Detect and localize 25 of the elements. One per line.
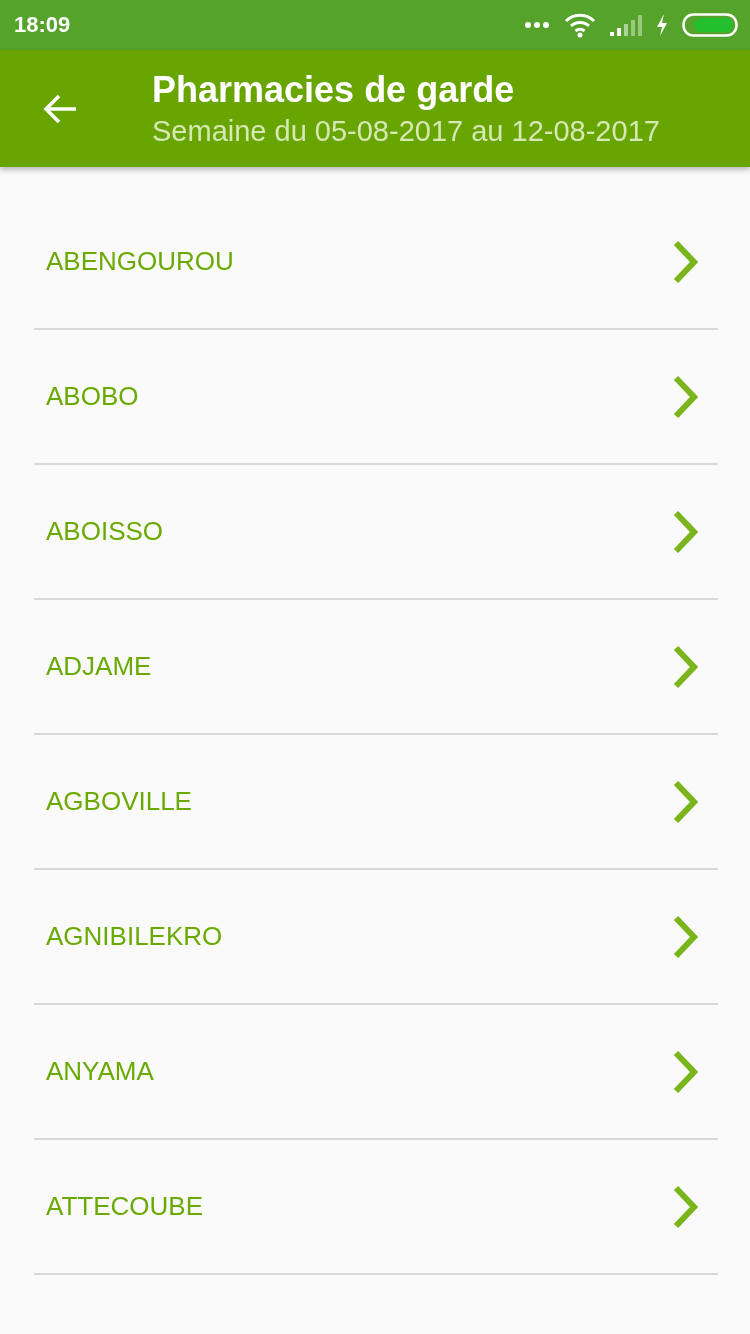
status-time: 18:09 — [14, 12, 71, 38]
wifi-icon — [564, 12, 596, 38]
city-list-item[interactable]: ABOISSO — [34, 465, 718, 600]
city-list-item[interactable]: ANYAMA — [34, 1005, 718, 1140]
charging-icon — [656, 14, 668, 36]
more-dots-icon — [524, 21, 550, 29]
city-list-item[interactable]: ABENGOUROU — [34, 195, 718, 330]
city-list-item[interactable]: AGBOVILLE — [34, 735, 718, 870]
chevron-right-icon — [672, 914, 698, 959]
toolbar-subtitle: Semaine du 05-08-2017 au 12-08-2017 — [152, 115, 660, 148]
signal-icon — [610, 14, 642, 36]
city-list-item[interactable]: ATTECOUBE — [34, 1140, 718, 1275]
city-list-item[interactable]: AGNIBILEKRO — [34, 870, 718, 1005]
chevron-right-icon — [672, 779, 698, 824]
chevron-right-icon — [672, 374, 698, 419]
city-list-item[interactable]: ADJAME — [34, 600, 718, 735]
toolbar-title: Pharmacies de garde — [152, 69, 516, 111]
battery-icon — [682, 13, 738, 37]
chevron-right-icon — [672, 1049, 698, 1094]
chevron-right-icon — [672, 509, 698, 554]
city-list-item[interactable]: ABOBO — [34, 330, 718, 465]
chevron-right-icon — [672, 239, 698, 284]
chevron-right-icon — [672, 644, 698, 689]
back-arrow-icon — [42, 92, 78, 125]
chevron-right-icon — [672, 1184, 698, 1229]
